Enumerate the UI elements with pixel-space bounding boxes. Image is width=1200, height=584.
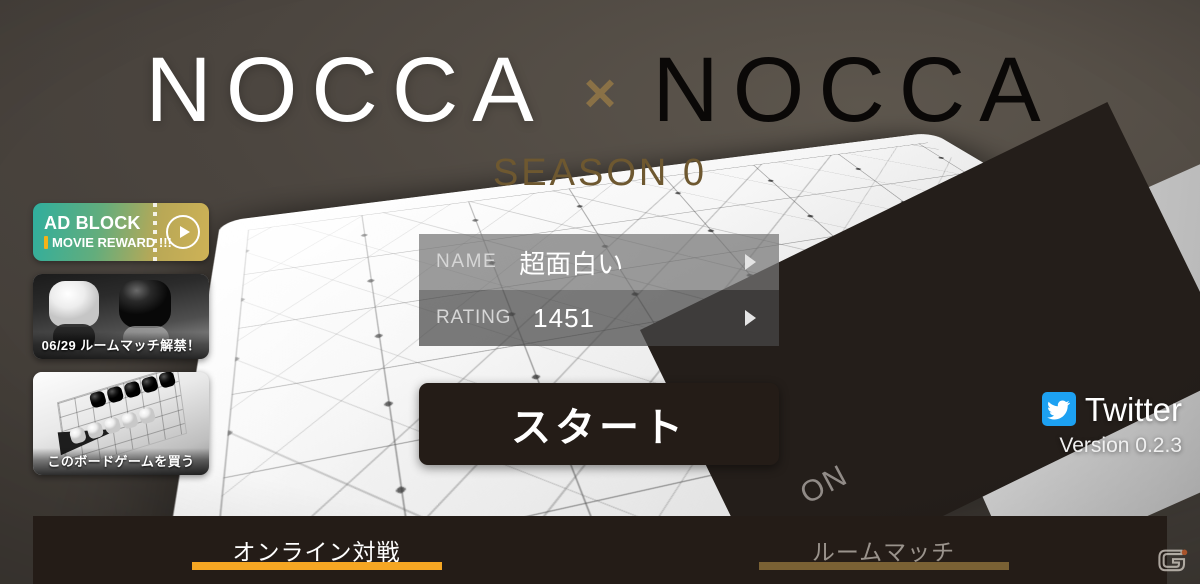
player-rating-row[interactable]: RATING 1451 (419, 290, 779, 346)
player-name-label: NAME (436, 251, 498, 272)
start-button-label: スタート (511, 406, 687, 450)
chevron-right-triangle (745, 310, 756, 326)
tab-online-match-underline (191, 562, 442, 570)
player-rating-label: RATING (436, 307, 512, 328)
ad-block-accent-bar (44, 235, 48, 249)
chevron-right-icon[interactable] (745, 254, 779, 270)
player-rating-value: 1451 (533, 302, 596, 333)
footer-right-block: Twitter Version 0.2.3 (1041, 390, 1182, 458)
twitter-bird-icon (1041, 392, 1076, 426)
ad-block-reward-button[interactable]: AD BLOCK MOVIE REWARD !!! (33, 203, 209, 261)
promo-card-buy-board-game[interactable]: このボードゲームを買う (33, 372, 209, 475)
ad-block-title: AD BLOCK (44, 213, 141, 234)
game-title-screen: ON NOCCA × NOCCA SEASON 0 AD BLOCK MOVIE… (0, 0, 1200, 584)
tab-online-match[interactable]: オンライン対戦 (33, 516, 600, 584)
player-info-panel: NAME 超面白い RATING 1451 (419, 234, 779, 346)
piece-white (49, 281, 99, 327)
version-label: Version 0.2.3 (1059, 434, 1182, 457)
start-button[interactable]: スタート (419, 383, 779, 465)
promo-caption: 06/29 ルームマッチ解禁！ (33, 332, 209, 359)
promo-card-room-match[interactable]: 06/29 ルームマッチ解禁！ (33, 274, 209, 359)
promo-caption: このボードゲームを買う (33, 448, 209, 475)
play-triangle-icon (179, 226, 190, 238)
tab-room-match[interactable]: ルームマッチ (600, 516, 1167, 584)
ad-block-subtitle-group: MOVIE REWARD !!! (44, 235, 172, 250)
ad-block-play-area[interactable] (157, 203, 209, 261)
bottom-tab-bar: オンライン対戦 ルームマッチ (33, 516, 1167, 584)
player-name-row[interactable]: NAME 超面白い (419, 234, 779, 290)
piece-black (119, 280, 171, 328)
player-name-value: 超面白い (519, 248, 624, 279)
promo-rail: AD BLOCK MOVIE REWARD !!! 06/29 ルームマッチ解禁… (33, 203, 209, 475)
gamer-g-logo (1156, 546, 1190, 574)
twitter-link[interactable]: Twitter (1041, 390, 1182, 428)
twitter-label: Twitter (1084, 390, 1182, 428)
chevron-right-icon[interactable] (745, 310, 779, 326)
ad-block-text-group: AD BLOCK MOVIE REWARD !!! (33, 210, 172, 254)
play-icon[interactable] (166, 215, 200, 249)
chevron-right-triangle (745, 254, 756, 270)
tab-room-match-underline (758, 562, 1009, 570)
